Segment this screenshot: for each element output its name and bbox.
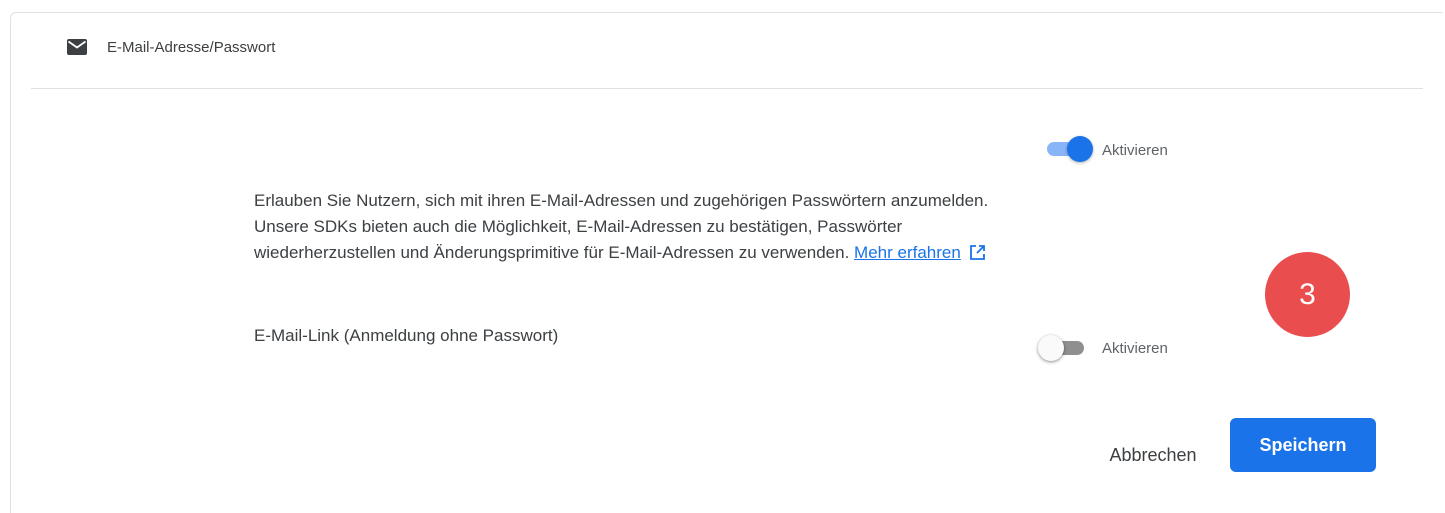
save-button[interactable]: Speichern — [1230, 418, 1376, 472]
email-link-label: E-Mail-Link (Anmeldung ohne Passwort) — [254, 326, 559, 345]
external-link-icon[interactable] — [969, 244, 986, 261]
card-header: E-Mail-Adresse/Passwort — [11, 13, 1443, 87]
provider-description: Erlauben Sie Nutzern, sich mit ihren E-M… — [254, 188, 1184, 266]
cancel-button[interactable]: Abbrechen — [1088, 428, 1218, 482]
toggle-thumb — [1067, 136, 1093, 162]
email-link-toggle-label: Aktivieren — [1102, 340, 1168, 357]
learn-more-link[interactable]: Mehr erfahren — [854, 243, 961, 262]
email-password-toggle[interactable] — [1041, 134, 1093, 164]
email-link-toggle[interactable] — [1038, 333, 1090, 363]
description-line-3: wiederherzustellen und Änderungsprimitiv… — [254, 243, 850, 262]
description-line-2: Unsere SDKs bieten auch die Möglichkeit,… — [254, 217, 903, 236]
step-number-badge: 3 — [1265, 252, 1350, 337]
toggle-thumb — [1038, 335, 1064, 361]
header-divider — [31, 88, 1423, 89]
mail-icon — [67, 39, 87, 55]
description-line-1: Erlauben Sie Nutzern, sich mit ihren E-M… — [254, 191, 989, 210]
email-password-toggle-label: Aktivieren — [1102, 142, 1168, 159]
card-title: E-Mail-Adresse/Passwort — [107, 39, 276, 56]
